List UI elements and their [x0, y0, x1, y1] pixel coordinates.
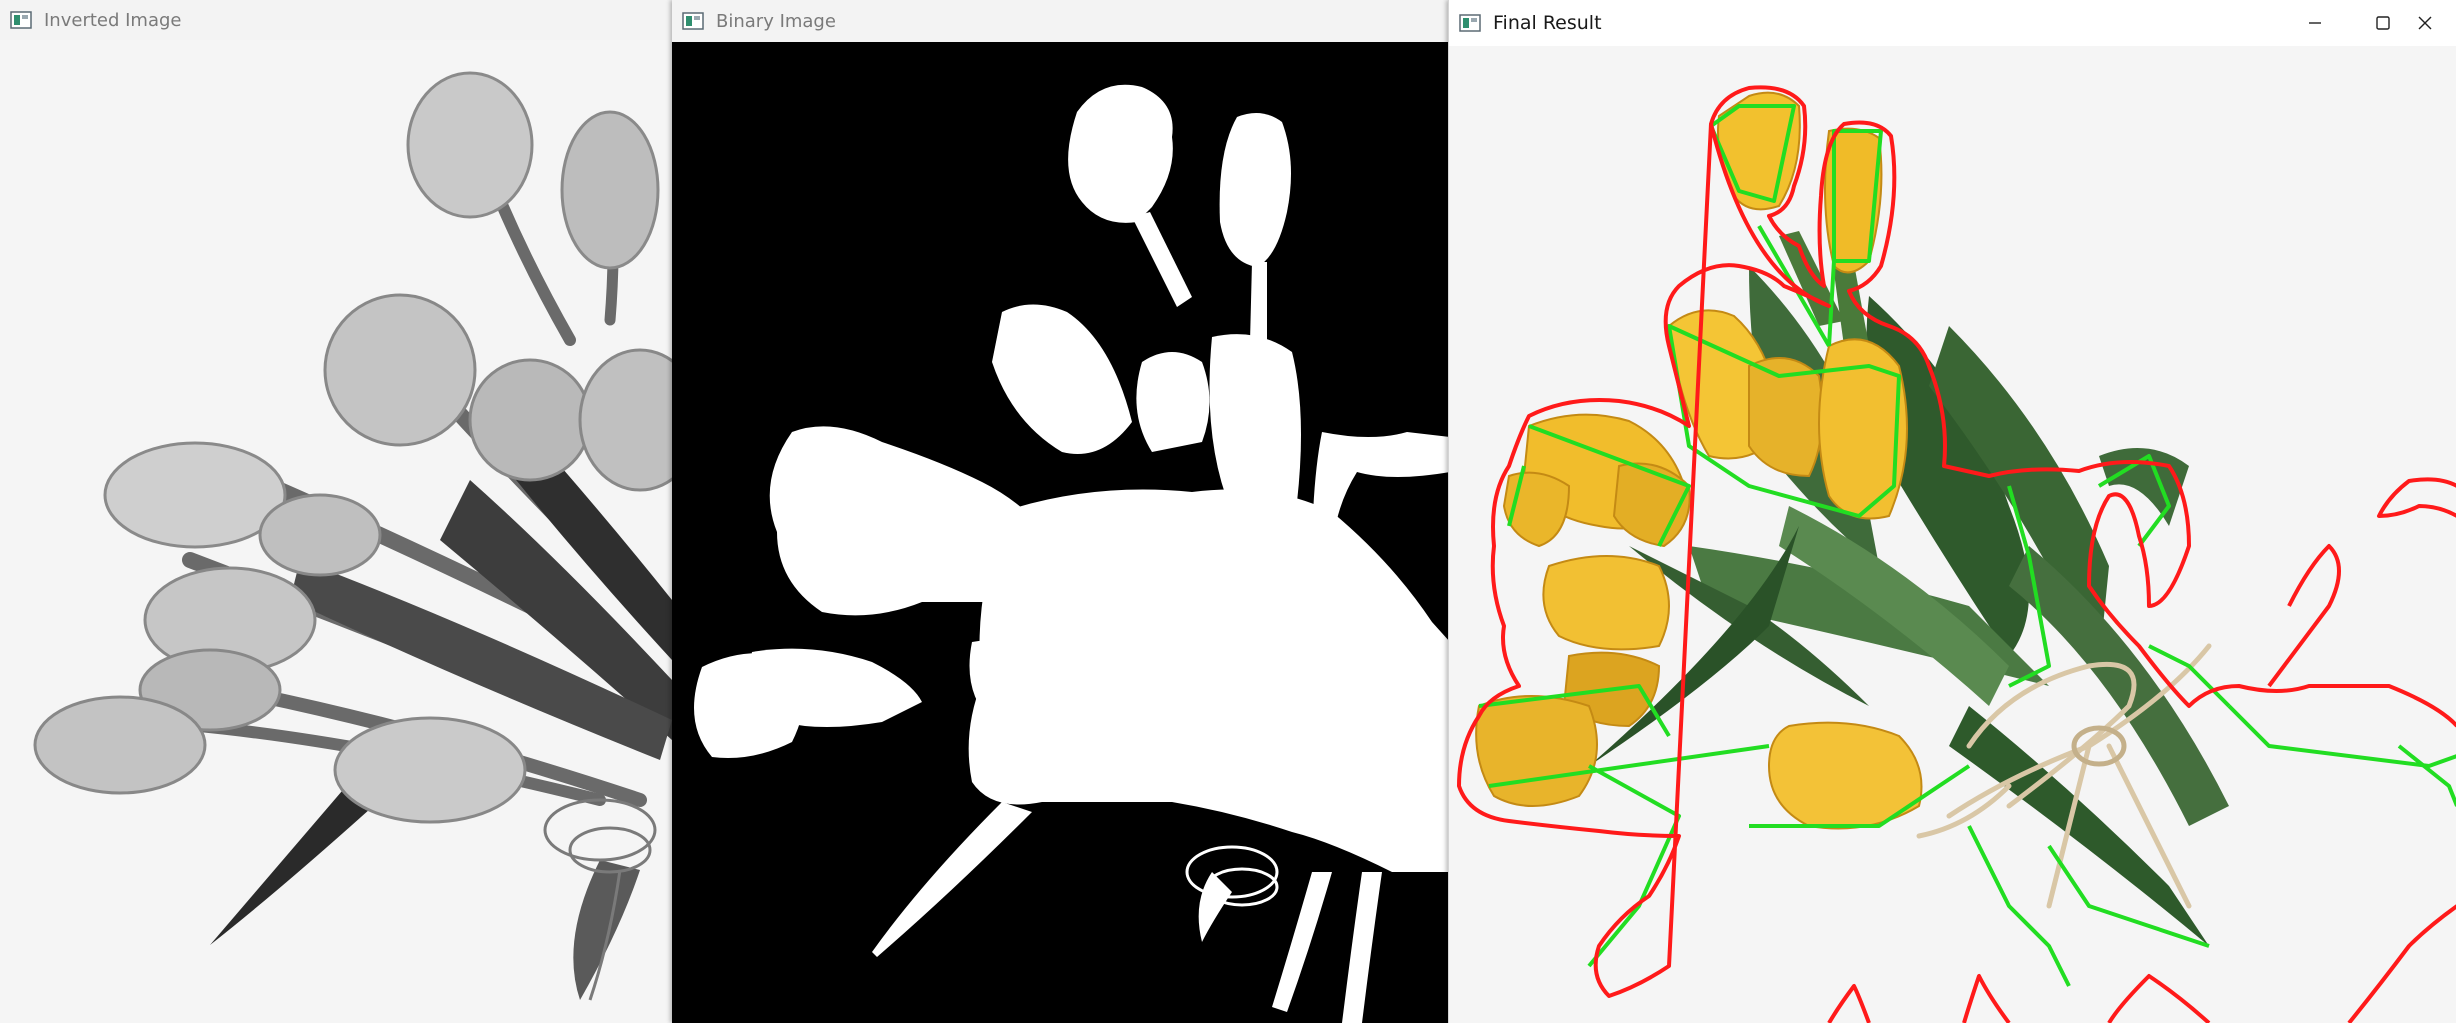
bow-loops [1185, 845, 1279, 907]
maximize-icon[interactable] [2349, 0, 2417, 46]
yellow-tulips [1475, 91, 1923, 830]
inverted-image-titlebar[interactable]: Inverted Image [0, 0, 672, 40]
inverted-image-canvas [0, 40, 672, 1023]
binary-mask [694, 84, 1450, 1023]
close-icon[interactable] [2417, 0, 2456, 46]
opencv-window-icon [1459, 14, 1481, 32]
binary-image-canvas [672, 42, 1450, 1023]
inverted-image-window[interactable]: Inverted Image [0, 0, 672, 1023]
inverted-image-title: Inverted Image [44, 9, 182, 31]
final-result-titlebar[interactable]: Final Result [1449, 0, 2456, 46]
minimize-icon[interactable] [2281, 0, 2349, 46]
final-result-window[interactable]: Final Result [1448, 0, 2456, 1023]
binary-image-window[interactable]: Binary Image [672, 0, 1450, 1023]
binary-image-title: Binary Image [716, 10, 836, 32]
opencv-window-icon [10, 11, 32, 29]
binary-image-titlebar[interactable]: Binary Image [672, 0, 1450, 42]
final-result-title: Final Result [1493, 12, 1602, 34]
window-controls [2281, 0, 2456, 46]
final-result-canvas [1449, 46, 2456, 1023]
opencv-window-icon [682, 12, 704, 30]
